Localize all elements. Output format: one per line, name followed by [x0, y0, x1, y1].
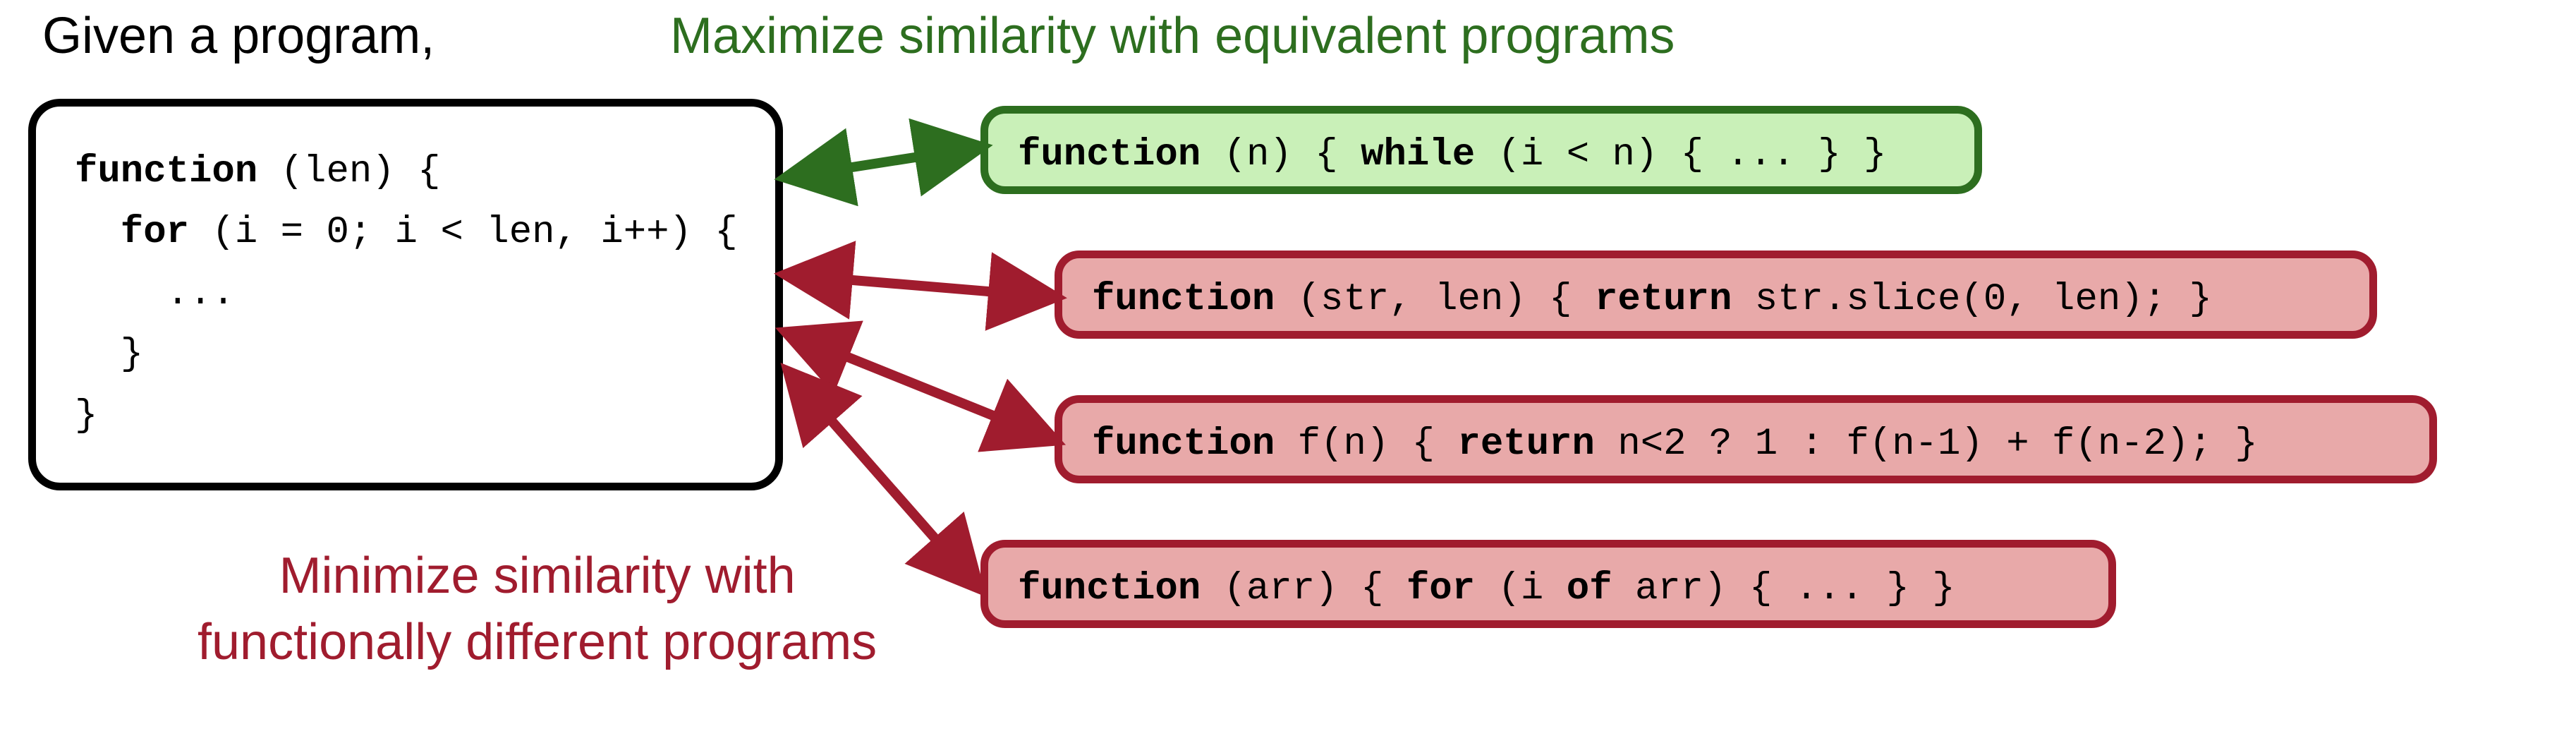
code-text: } — [75, 333, 143, 376]
code-text: (len) { — [257, 150, 440, 193]
code-text: (i — [1475, 567, 1567, 610]
kw-function: function — [1018, 567, 1201, 610]
heading-minimize: Minimize similarity with functionally di… — [198, 543, 877, 675]
kw-for: for — [1407, 567, 1475, 610]
minimize-line1: Minimize similarity with — [279, 548, 796, 604]
code-text: (i < n) { ... } } — [1475, 133, 1886, 176]
kw-for: for — [75, 211, 189, 254]
code-text: f(n) { — [1275, 423, 1457, 466]
code-text: } — [75, 394, 97, 438]
code-text: ... — [75, 272, 235, 315]
kw-function: function — [1092, 423, 1275, 466]
source-code: function (len) { for (i = 0; i < len, i+… — [75, 142, 736, 447]
kw-return: return — [1595, 278, 1732, 321]
heading-maximize: Maximize similarity with equivalent prog… — [670, 7, 1675, 65]
kw-return: return — [1458, 423, 1595, 466]
kw-while: while — [1361, 133, 1475, 176]
arrow-green-icon — [783, 123, 984, 187]
different-program-box-1: function (str, len) { return str.slice(0… — [1055, 251, 2377, 339]
source-program-box: function (len) { for (i = 0; i < len, i+… — [28, 99, 783, 490]
equivalent-code: function (n) { while (i < n) { ... } } — [1018, 133, 1945, 176]
kw-of: of — [1567, 567, 1612, 610]
kw-function: function — [75, 150, 257, 193]
code-text: str.slice(0, len); } — [1732, 278, 2212, 321]
code-text: (i = 0; i < len, i++) { — [189, 211, 738, 254]
different-code-3: function (arr) { for (i of arr) { ... } … — [1018, 567, 2079, 610]
different-program-box-3: function (arr) { for (i of arr) { ... } … — [980, 540, 2116, 628]
code-text: (n) { — [1201, 133, 1361, 176]
arrow-red-1-icon — [783, 261, 1058, 318]
equivalent-program-box: function (n) { while (i < n) { ... } } — [980, 106, 1982, 194]
code-text: n<2 ? 1 : f(n-1) + f(n-2); } — [1595, 423, 2258, 466]
kw-function: function — [1092, 278, 1275, 321]
code-text: (str, len) { — [1275, 278, 1595, 321]
minimize-line2: functionally different programs — [198, 614, 877, 670]
different-program-box-2: function f(n) { return n<2 ? 1 : f(n-1) … — [1055, 395, 2437, 483]
kw-function: function — [1018, 133, 1201, 176]
arrow-red-3-icon — [783, 367, 984, 593]
code-text: (arr) { — [1201, 567, 1407, 610]
code-text: arr) { ... } } — [1612, 567, 1955, 610]
different-code-1: function (str, len) { return str.slice(0… — [1092, 278, 2340, 321]
different-code-2: function f(n) { return n<2 ? 1 : f(n-1) … — [1092, 423, 2400, 466]
heading-given: Given a program, — [42, 7, 435, 65]
